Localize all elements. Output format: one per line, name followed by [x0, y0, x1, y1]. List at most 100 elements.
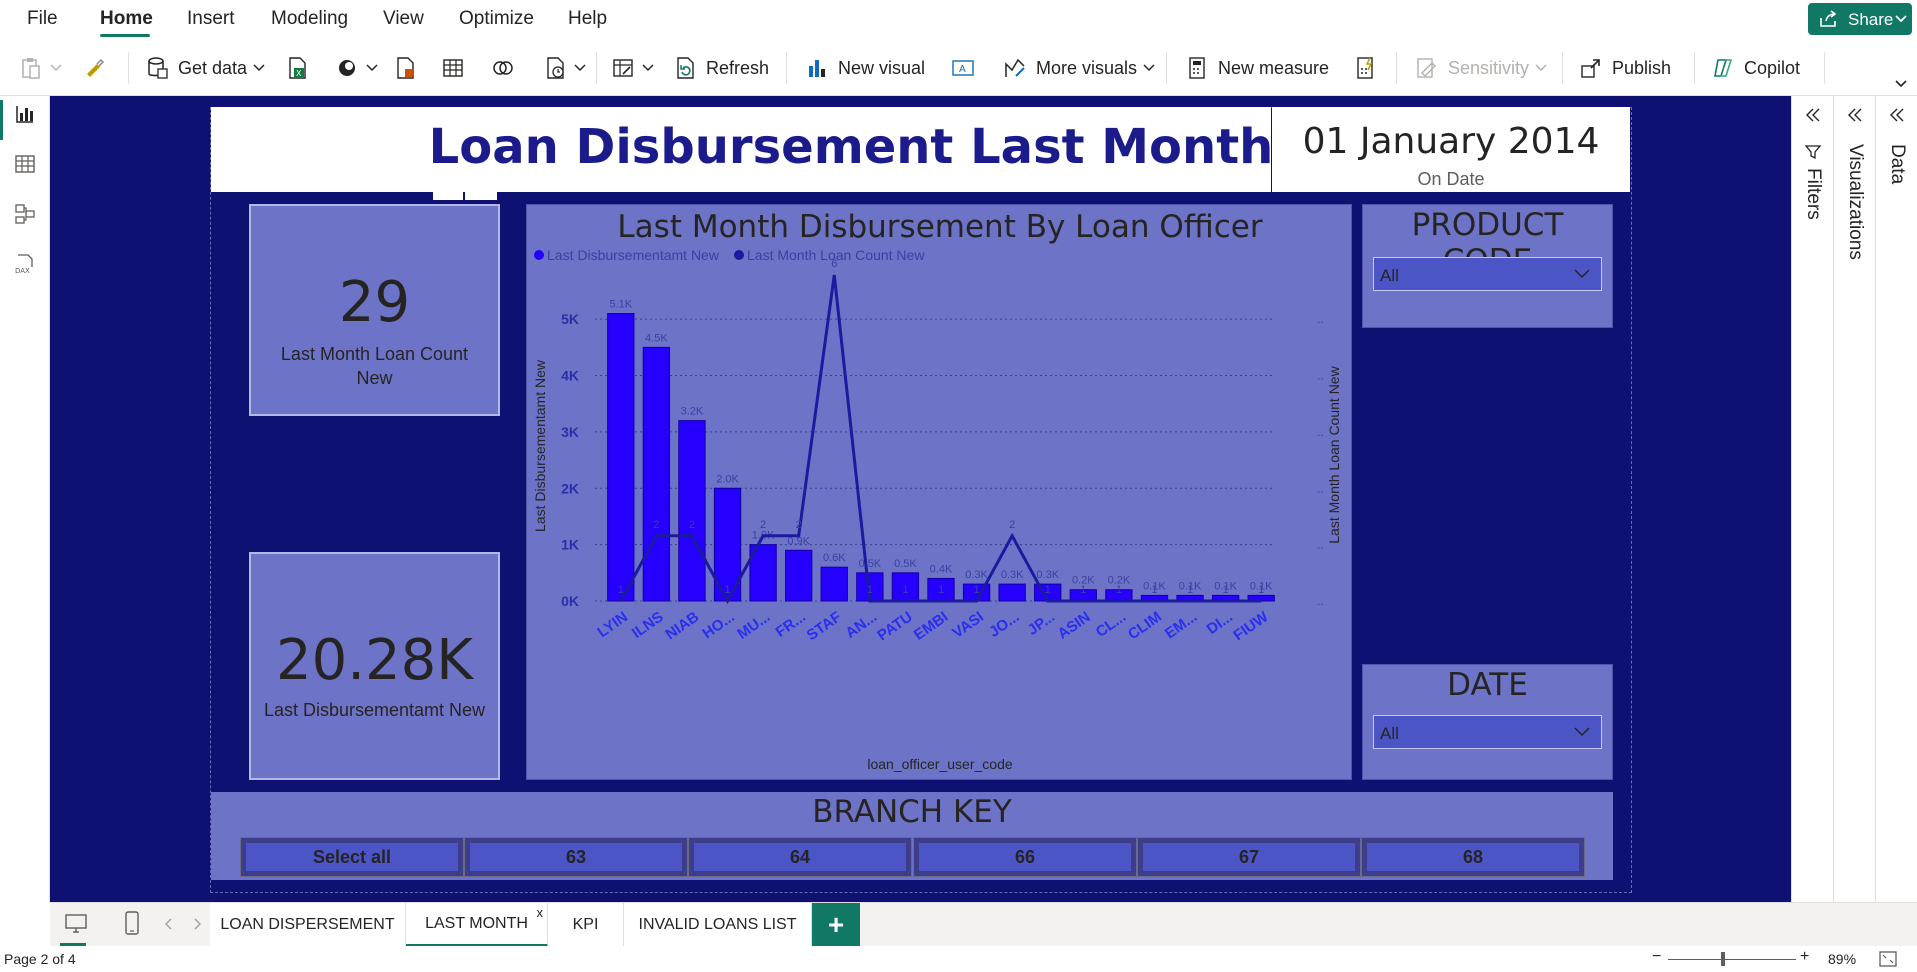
visualizations-pane[interactable]: Visualizations	[1833, 96, 1875, 902]
quick-measure-button[interactable]	[1352, 48, 1378, 88]
menu-file[interactable]: File	[27, 8, 58, 30]
onelake-icon	[334, 55, 360, 81]
product-code-slicer: PRODUCT CODE All	[1362, 204, 1613, 328]
date-slicer: DATE All	[1362, 664, 1613, 780]
database-icon	[144, 55, 170, 81]
zoom-slider-thumb[interactable]	[1721, 952, 1725, 966]
product-code-dropdown[interactable]: All	[1373, 257, 1602, 291]
x-tick-label: VASI	[949, 608, 987, 641]
legend-marker-bar	[534, 250, 544, 260]
menu-modeling[interactable]: Modeling	[271, 8, 348, 30]
get-data-button[interactable]: Get data	[144, 48, 265, 88]
recent-sources-button[interactable]	[542, 48, 586, 88]
transform-data-button[interactable]	[610, 48, 654, 88]
branch-option[interactable]: 63	[464, 837, 688, 877]
chart-card[interactable]: Last Month Disbursement By Loan Officer …	[526, 204, 1352, 780]
copilot-label: Copilot	[1744, 57, 1801, 78]
desktop-layout-icon[interactable]	[64, 913, 88, 940]
copilot-button[interactable]: Copilot	[1710, 48, 1800, 88]
active-view-indicator	[0, 100, 3, 140]
sensitivity-button[interactable]: Sensitivity	[1414, 48, 1547, 88]
more-visuals-label: More visuals	[1036, 57, 1138, 78]
date-card[interactable]: 01 January 2014 On Date	[1272, 107, 1630, 192]
model-view-button[interactable]	[10, 201, 40, 231]
refresh-button[interactable]: Refresh	[672, 48, 769, 88]
branch-option[interactable]: 67	[1137, 837, 1361, 877]
legend-marker-line	[734, 250, 744, 260]
menu-help[interactable]: Help	[568, 8, 607, 30]
tab-last-month[interactable]: LAST MONTH x	[406, 903, 548, 947]
publish-button[interactable]: Publish	[1578, 48, 1671, 88]
data-pane[interactable]: Data	[1875, 96, 1917, 902]
x-tick-label: NIAB	[662, 608, 702, 643]
line-data-label: 2	[653, 519, 659, 531]
menu-view[interactable]: View	[383, 8, 424, 30]
branch-option[interactable]: 64	[688, 837, 912, 877]
more-visuals-button[interactable]: More visuals	[1002, 48, 1155, 88]
dataverse-button[interactable]	[392, 48, 418, 88]
date-slicer-dropdown[interactable]: All	[1373, 715, 1602, 749]
onelake-button[interactable]	[334, 48, 378, 88]
y2-tick-marker: ..	[1317, 369, 1324, 383]
line-data-label: 2	[760, 519, 766, 531]
menu-insert[interactable]: Insert	[187, 8, 235, 30]
format-painter-button[interactable]	[82, 48, 108, 88]
branch-option-select-all[interactable]: Select all	[240, 837, 464, 877]
quick-measure-icon	[1352, 55, 1378, 81]
bar	[678, 420, 706, 602]
zoom-slider[interactable]	[1668, 959, 1796, 960]
bar-data-label: 0.5K	[894, 558, 917, 570]
kpi-card-loan-count[interactable]: 29 Last Month Loan Count New	[249, 204, 500, 416]
filter-icon	[1804, 144, 1822, 165]
filters-label: Filters	[1803, 168, 1824, 220]
menu-home[interactable]: Home	[100, 8, 153, 30]
mobile-layout-icon[interactable]	[124, 911, 140, 940]
title-banner[interactable]: Loan Disbursement Last Month	[211, 107, 1273, 192]
y-tick-label: 4K	[561, 368, 579, 384]
table-view-button[interactable]	[10, 151, 40, 181]
line-data-label: 2	[1009, 519, 1015, 531]
kpi-count-value: 29	[338, 270, 411, 335]
date-value: 01 January 2014	[1302, 121, 1600, 162]
bar-data-label: 4.5K	[645, 332, 668, 344]
sensitivity-icon	[1414, 55, 1440, 81]
bar-chart-icon	[804, 55, 830, 81]
publish-icon	[1578, 55, 1604, 81]
filters-pane[interactable]: Filters	[1791, 96, 1833, 902]
chevron-right-icon[interactable]	[192, 917, 202, 936]
new-visual-button[interactable]: New visual	[804, 48, 925, 88]
tab-invalid-loans-list[interactable]: INVALID LOANS LIST	[624, 903, 812, 947]
excel-button[interactable]: X	[284, 48, 310, 88]
share-button[interactable]: Share	[1808, 3, 1912, 35]
tab-kpi[interactable]: KPI	[548, 903, 624, 947]
branch-option[interactable]: 66	[913, 837, 1137, 877]
enter-data-button[interactable]	[440, 48, 466, 88]
zoom-in-icon[interactable]: +	[1800, 948, 1809, 966]
fit-to-page-icon[interactable]	[1878, 950, 1898, 971]
menu-optimize[interactable]: Optimize	[459, 8, 534, 30]
y-tick-label: 1K	[561, 537, 579, 553]
dataflow-button[interactable]	[490, 48, 516, 88]
double-chevron-left-icon[interactable]	[1834, 106, 1875, 130]
bar-data-label: 0.4K	[930, 563, 953, 575]
add-page-button[interactable]: +	[812, 903, 860, 947]
ribbon-separator	[1166, 52, 1167, 84]
x-tick-label: HO...	[699, 608, 737, 642]
chevron-left-icon[interactable]	[164, 917, 174, 936]
zoom-out-icon[interactable]: −	[1652, 948, 1661, 966]
branch-option[interactable]: 68	[1361, 837, 1585, 877]
table-icon	[440, 55, 466, 81]
text-box-button[interactable]: A	[950, 48, 976, 88]
close-icon[interactable]: x	[537, 905, 544, 920]
menu-bar: File Home Insert Modeling View Optimize …	[0, 0, 1917, 40]
bar-data-label: 0.3K	[1036, 569, 1059, 581]
report-view-button[interactable]	[10, 101, 40, 131]
dax-query-view-button[interactable]: DAX	[10, 251, 40, 281]
paste-button[interactable]	[18, 48, 62, 88]
new-measure-button[interactable]: New measure	[1184, 48, 1329, 88]
tab-loan-dispersement[interactable]: LOAN DISPERSEMENT	[210, 903, 406, 947]
more-visuals-icon	[1002, 55, 1028, 81]
double-chevron-left-icon[interactable]	[1876, 106, 1917, 130]
double-chevron-left-icon[interactable]	[1792, 106, 1833, 130]
kpi-card-disbursement[interactable]: 20.28K Last Disbursementamt New	[249, 552, 500, 780]
